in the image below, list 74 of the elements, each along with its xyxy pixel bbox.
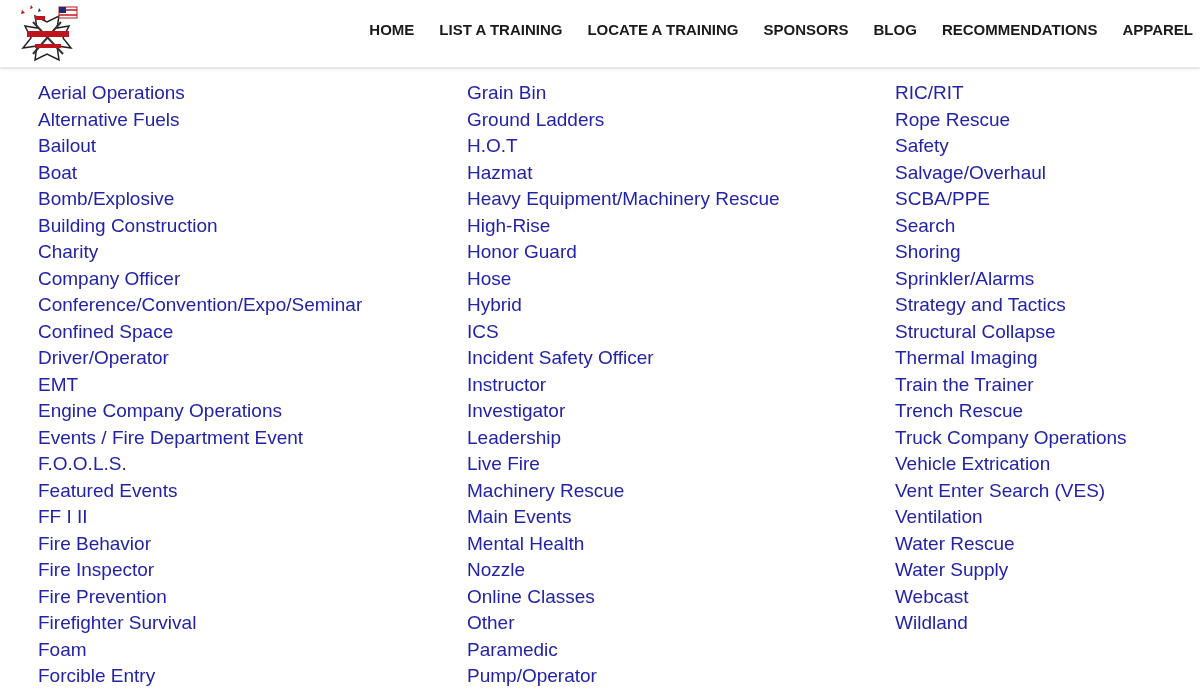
category-link[interactable]: EMT <box>38 371 79 398</box>
category-link[interactable]: Machinery Rescue <box>467 477 625 504</box>
category-link[interactable]: High-Rise <box>467 212 551 239</box>
nav-link[interactable]: APPAREL <box>1122 19 1193 40</box>
category-link[interactable]: Main Events <box>467 504 572 531</box>
category-link[interactable]: Aerial Operations <box>38 80 185 107</box>
category-link[interactable]: Events / Fire Department Event <box>38 424 304 451</box>
category-link[interactable]: Fire Inspector <box>38 557 155 584</box>
category-link[interactable]: Hybrid <box>467 292 522 319</box>
category-link[interactable]: Investigator <box>467 398 566 425</box>
category-link[interactable]: Instructor <box>467 371 547 398</box>
nav-link[interactable]: LIST A TRAINING <box>439 19 563 40</box>
nav-link[interactable]: HOME <box>369 19 415 40</box>
category-link[interactable]: Company Officer <box>38 265 181 292</box>
category-link[interactable]: Ground Ladders <box>467 106 605 133</box>
nav-link[interactable]: LOCATE A TRAINING <box>587 19 739 40</box>
category-link[interactable]: Pump/Operator <box>467 663 597 690</box>
category-link[interactable]: Nozzle <box>467 557 526 584</box>
category-link[interactable]: Driver/Operator <box>38 345 169 372</box>
category-link[interactable]: Mental Health <box>467 530 585 557</box>
category-link[interactable]: Salvage/Overhaul <box>895 159 1047 186</box>
category-link[interactable]: Incident Safety Officer <box>467 345 654 372</box>
category-link[interactable]: Trench Rescue <box>895 398 1024 425</box>
category-link[interactable]: Hose <box>467 265 512 292</box>
category-link[interactable]: Leadership <box>467 424 562 451</box>
category-link[interactable]: Vehicle Extrication <box>895 451 1051 478</box>
category-link[interactable]: Honor Guard <box>467 239 577 266</box>
category-link[interactable]: Forcible Entry <box>38 663 156 690</box>
category-link[interactable]: Fire Behavior <box>38 530 151 557</box>
category-link[interactable]: Other <box>467 610 515 637</box>
category-link[interactable]: Water Rescue <box>895 530 1015 557</box>
category-link[interactable]: Confined Space <box>38 318 174 345</box>
category-link[interactable]: Fire Prevention <box>38 583 167 610</box>
category-link[interactable]: Charity <box>38 239 99 266</box>
category-link[interactable]: Truck Company Operations <box>895 424 1127 451</box>
category-link[interactable]: SCBA/PPE <box>895 186 991 213</box>
category-link[interactable]: Sprinkler/Alarms <box>895 265 1035 292</box>
category-link[interactable]: Building Construction <box>38 212 218 239</box>
nav-link[interactable]: SPONSORS <box>763 19 849 40</box>
category-link[interactable]: Thermal Imaging <box>895 345 1038 372</box>
category-link[interactable]: Alternative Fuels <box>38 106 180 133</box>
category-link[interactable]: Shoring <box>895 239 961 266</box>
category-link[interactable]: Ventilation <box>895 504 983 531</box>
category-link[interactable]: RIC/RIT <box>895 80 964 107</box>
category-link[interactable]: Online Classes <box>467 583 595 610</box>
category-link[interactable]: Train the Trainer <box>895 371 1034 398</box>
category-link[interactable]: Vent Enter Search (VES) <box>895 477 1106 504</box>
category-link[interactable]: Boat <box>38 159 78 186</box>
category-link[interactable]: F.O.O.L.S. <box>38 451 127 478</box>
category-link[interactable]: Rope Rescue <box>895 106 1011 133</box>
category-link[interactable]: Bomb/Explosive <box>38 186 175 213</box>
category-link[interactable]: Live Fire <box>467 451 540 478</box>
category-link[interactable]: FF I II <box>38 504 88 531</box>
category-link[interactable]: Firefighter Survival <box>38 610 197 637</box>
category-link[interactable]: Structural Collapse <box>895 318 1056 345</box>
category-link[interactable]: Water Supply <box>895 557 1009 584</box>
category-link[interactable]: ICS <box>467 318 499 345</box>
category-link[interactable]: Safety <box>895 133 949 160</box>
category-link[interactable]: Strategy and Tactics <box>895 292 1066 319</box>
category-link[interactable]: Hazmat <box>467 159 533 186</box>
nav-link[interactable]: BLOG <box>873 19 917 40</box>
category-link[interactable]: H.O.T <box>467 133 518 160</box>
category-link[interactable]: Grain Bin <box>467 80 547 107</box>
category-link[interactable]: Webcast <box>895 583 969 610</box>
category-link[interactable]: Bailout <box>38 133 97 160</box>
category-link[interactable]: Wildland <box>895 610 968 637</box>
category-link[interactable]: Engine Company Operations <box>38 398 282 425</box>
category-link[interactable]: Heavy Equipment/Machinery Rescue <box>467 186 780 213</box>
category-link[interactable]: Featured Events <box>38 477 178 504</box>
category-link[interactable]: Foam <box>38 636 87 663</box>
category-link[interactable]: Conference/Convention/Expo/Seminar <box>38 292 363 319</box>
nav-link[interactable]: RECOMMENDATIONS <box>941 19 1098 40</box>
category-link[interactable]: Search <box>895 212 956 239</box>
category-link[interactable]: Paramedic <box>467 636 558 663</box>
